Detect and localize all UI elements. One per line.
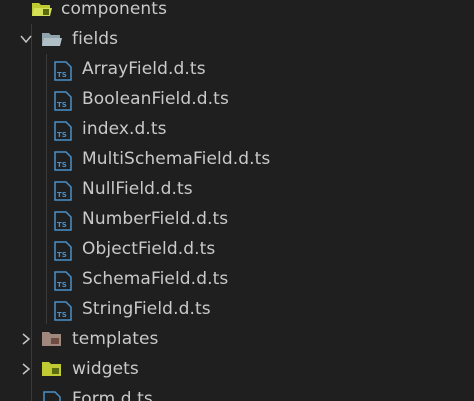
svg-text:TS: TS bbox=[57, 251, 67, 259]
folder-open-icon bbox=[42, 33, 62, 46]
file-explorer-tree: components fields TS ArrayField.d.ts TS … bbox=[0, 0, 474, 401]
tree-item-file[interactable]: TS NullField.d.ts bbox=[0, 174, 474, 204]
svg-text:TS: TS bbox=[57, 221, 67, 229]
typescript-file-icon: TS bbox=[54, 211, 72, 231]
tree-item-label: MultiSchemaField.d.ts bbox=[82, 149, 271, 169]
tree-item-label: ArrayField.d.ts bbox=[82, 59, 206, 79]
typescript-file-icon: TS bbox=[54, 271, 72, 291]
tree-item-label: index.d.ts bbox=[82, 119, 167, 139]
typescript-file-icon: TS bbox=[54, 61, 72, 81]
tree-item-label: templates bbox=[72, 329, 159, 349]
chevron-down-icon[interactable] bbox=[19, 32, 33, 46]
tree-item-file[interactable]: TS StringField.d.ts bbox=[0, 294, 474, 324]
typescript-file-icon: TS bbox=[54, 121, 72, 141]
typescript-file-icon: TS bbox=[43, 391, 61, 401]
typescript-file-icon: TS bbox=[54, 241, 72, 261]
tree-item-label: ObjectField.d.ts bbox=[82, 239, 216, 259]
tree-item-label: components bbox=[61, 0, 168, 19]
tree-item-file[interactable]: TS SchemaField.d.ts bbox=[0, 264, 474, 294]
tree-item-label: SchemaField.d.ts bbox=[82, 269, 229, 289]
tree-item-templates[interactable]: templates bbox=[0, 324, 474, 354]
tree-item-file[interactable]: TS MultiSchemaField.d.ts bbox=[0, 144, 474, 174]
svg-text:TS: TS bbox=[57, 71, 67, 79]
folder-icon bbox=[42, 332, 61, 346]
tree-item-label: NumberField.d.ts bbox=[82, 209, 229, 229]
typescript-file-icon: TS bbox=[54, 151, 72, 171]
tree-item-file[interactable]: TS BooleanField.d.ts bbox=[0, 84, 474, 114]
tree-item-file[interactable]: TS Form.d.ts bbox=[0, 384, 474, 401]
svg-text:TS: TS bbox=[57, 101, 67, 109]
typescript-file-icon: TS bbox=[54, 301, 72, 321]
svg-text:TS: TS bbox=[57, 161, 67, 169]
tree-item-label: BooleanField.d.ts bbox=[82, 89, 229, 109]
typescript-file-icon: TS bbox=[54, 181, 72, 201]
folder-icon bbox=[42, 362, 61, 376]
svg-text:TS: TS bbox=[57, 131, 67, 139]
typescript-file-icon: TS bbox=[54, 91, 72, 111]
chevron-right-icon[interactable] bbox=[19, 332, 33, 346]
tree-item-label: StringField.d.ts bbox=[82, 299, 211, 319]
tree-item-label: NullField.d.ts bbox=[82, 179, 193, 199]
chevron-right-icon[interactable] bbox=[19, 362, 33, 376]
folder-open-icon bbox=[32, 3, 52, 16]
svg-text:TS: TS bbox=[57, 281, 67, 289]
tree-item-label: fields bbox=[72, 29, 119, 49]
svg-text:TS: TS bbox=[57, 311, 67, 319]
tree-item-components[interactable]: components bbox=[0, 0, 474, 24]
tree-item-file[interactable]: TS index.d.ts bbox=[0, 114, 474, 144]
tree-item-label: widgets bbox=[72, 359, 139, 379]
tree-item-file[interactable]: TS ArrayField.d.ts bbox=[0, 54, 474, 84]
tree-item-label: Form.d.ts bbox=[72, 389, 153, 401]
tree-item-file[interactable]: TS NumberField.d.ts bbox=[0, 204, 474, 234]
svg-text:TS: TS bbox=[57, 191, 67, 199]
tree-item-widgets[interactable]: widgets bbox=[0, 354, 474, 384]
tree-item-fields[interactable]: fields bbox=[0, 24, 474, 54]
tree-item-file[interactable]: TS ObjectField.d.ts bbox=[0, 234, 474, 264]
